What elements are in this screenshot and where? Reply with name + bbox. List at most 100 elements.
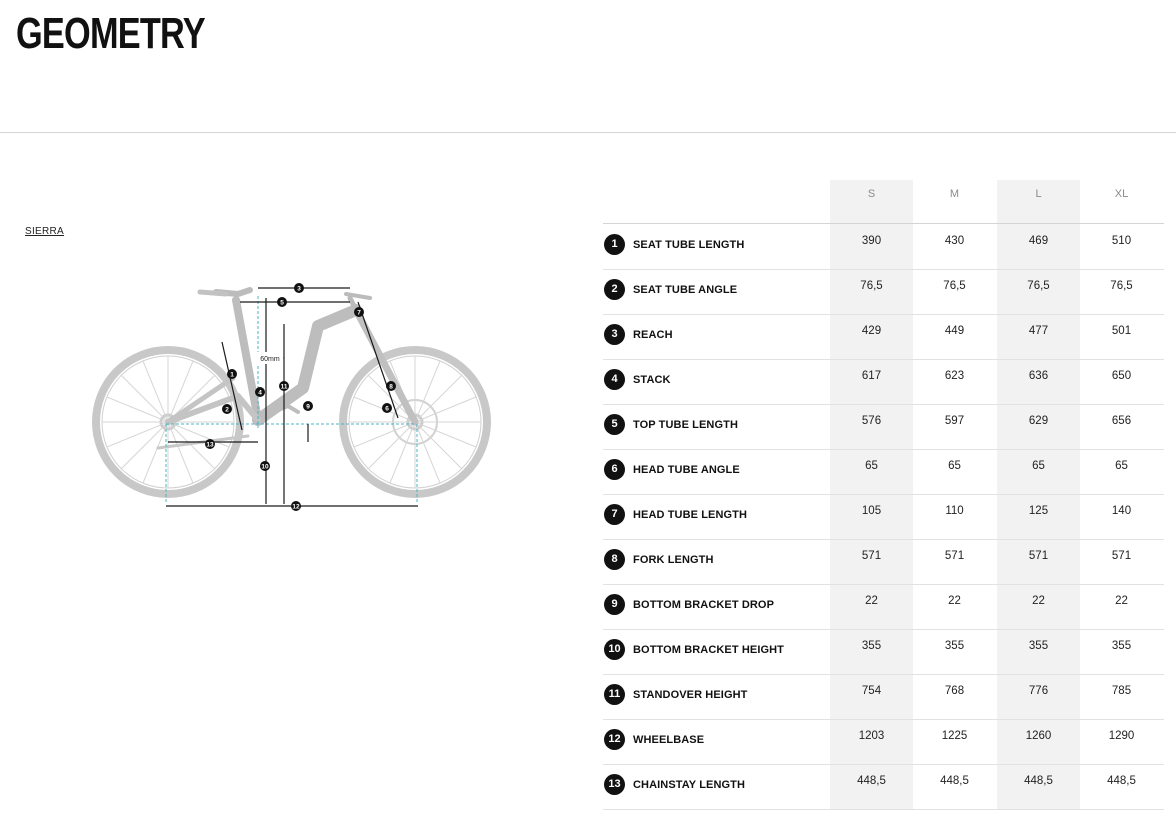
value-l: 776	[1028, 685, 1049, 697]
model-link-sierra[interactable]: SIERRA	[25, 226, 64, 237]
value-s: 390	[861, 235, 882, 247]
value-m: 768	[944, 685, 965, 697]
value-xl: 1290	[1108, 730, 1135, 742]
row-number-badge: 5	[604, 414, 625, 435]
value-xl: 501	[1111, 325, 1132, 337]
row-label: TOP TUBE LENGTH	[633, 419, 738, 431]
row-number-badge: 2	[604, 279, 625, 300]
svg-text:4: 4	[258, 390, 262, 397]
row-number-badge: 12	[604, 729, 625, 750]
value-xl: 355	[1111, 640, 1132, 652]
value-xl: 571	[1111, 550, 1132, 562]
table-row: 5 TOP TUBE LENGTH 576 597 629 656	[603, 404, 1164, 450]
table-row: 8 FORK LENGTH 571 571 571 571	[603, 539, 1164, 585]
value-s: 571	[861, 550, 882, 562]
value-l: 65	[1032, 460, 1045, 472]
value-m: 597	[944, 415, 965, 427]
size-header-m: M	[949, 188, 960, 200]
row-number-badge: 1	[604, 234, 625, 255]
bike-geometry-diagram: 60mm 3 5 7 1 4 11 8 2 9 6 13 10 12	[92, 283, 491, 511]
value-l: 477	[1028, 325, 1049, 337]
spacer-label: 60mm	[260, 356, 280, 363]
value-m: 355	[944, 640, 965, 652]
value-xl: 140	[1111, 505, 1132, 517]
value-l: 125	[1028, 505, 1049, 517]
row-label: WHEELBASE	[633, 734, 705, 746]
value-m: 1225	[941, 730, 968, 742]
row-label: STANDOVER HEIGHT	[633, 689, 748, 701]
value-xl: 656	[1111, 415, 1132, 427]
row-label: HEAD TUBE ANGLE	[633, 464, 740, 476]
row-label: BOTTOM BRACKET DROP	[633, 599, 775, 611]
table-row: 6 HEAD TUBE ANGLE 65 65 65 65	[603, 449, 1164, 495]
value-m: 76,5	[943, 280, 966, 292]
value-l: 629	[1028, 415, 1049, 427]
size-header-l: L	[1035, 188, 1042, 200]
table-row: 7 HEAD TUBE LENGTH 105 110 125 140	[603, 494, 1164, 540]
row-number-badge: 3	[604, 324, 625, 345]
value-s: 105	[861, 505, 882, 517]
svg-text:6: 6	[385, 406, 389, 413]
value-xl: 22	[1115, 595, 1128, 607]
row-number-badge: 6	[604, 459, 625, 480]
value-l: 636	[1028, 370, 1049, 382]
svg-text:5: 5	[280, 300, 284, 307]
row-label: CHAINSTAY LENGTH	[633, 779, 746, 791]
value-xl: 785	[1111, 685, 1132, 697]
value-m: 449	[944, 325, 965, 337]
row-number-badge: 4	[604, 369, 625, 390]
value-l: 22	[1032, 595, 1045, 607]
value-m: 110	[945, 505, 964, 517]
svg-text:2: 2	[225, 407, 229, 414]
row-number-badge: 13	[604, 774, 625, 795]
value-s: 617	[861, 370, 882, 382]
value-l: 355	[1028, 640, 1049, 652]
value-l: 571	[1028, 550, 1049, 562]
size-header-s: S	[867, 188, 876, 200]
page-title: GEOMETRY	[16, 9, 206, 58]
table-row: 2 SEAT TUBE ANGLE 76,5 76,5 76,5 76,5	[603, 269, 1164, 315]
value-l: 448,5	[1024, 775, 1053, 787]
value-xl: 510	[1111, 235, 1132, 247]
svg-text:13: 13	[206, 442, 214, 449]
table-row: 13 CHAINSTAY LENGTH 448,5 448,5 448,5 44…	[603, 764, 1164, 810]
value-s: 355	[861, 640, 882, 652]
value-s: 65	[865, 460, 878, 472]
value-s: 448,5	[857, 775, 886, 787]
svg-text:10: 10	[261, 464, 269, 471]
value-xl: 65	[1115, 460, 1128, 472]
value-m: 430	[944, 235, 965, 247]
svg-text:3: 3	[297, 286, 301, 293]
value-xl: 76,5	[1110, 280, 1133, 292]
value-l: 469	[1028, 235, 1049, 247]
row-number-badge: 9	[604, 594, 625, 615]
value-m: 448,5	[940, 775, 969, 787]
svg-text:8: 8	[389, 384, 393, 391]
row-number-badge: 8	[604, 549, 625, 570]
svg-text:7: 7	[357, 310, 361, 317]
svg-text:11: 11	[281, 384, 288, 391]
value-s: 429	[861, 325, 882, 337]
row-label: SEAT TUBE ANGLE	[633, 284, 738, 296]
size-header-xl: XL	[1114, 188, 1129, 200]
value-s: 576	[861, 415, 882, 427]
value-l: 1260	[1025, 730, 1052, 742]
svg-text:9: 9	[306, 404, 310, 411]
row-label: STACK	[633, 374, 671, 386]
row-label: SEAT TUBE LENGTH	[633, 239, 745, 251]
value-l: 76,5	[1027, 280, 1050, 292]
row-label: BOTTOM BRACKET HEIGHT	[633, 644, 785, 656]
row-label: REACH	[633, 329, 673, 341]
value-m: 22	[948, 595, 961, 607]
row-number-badge: 10	[604, 639, 625, 660]
row-number-badge: 11	[604, 684, 625, 705]
value-s: 76,5	[860, 280, 883, 292]
row-label: FORK LENGTH	[633, 554, 714, 566]
value-xl: 448,5	[1107, 775, 1136, 787]
value-s: 22	[865, 595, 878, 607]
table-row: 12 WHEELBASE 1203 1225 1260 1290	[603, 719, 1164, 765]
bike-illustration	[92, 287, 491, 498]
table-row: 11 STANDOVER HEIGHT 754 768 776 785	[603, 674, 1164, 720]
row-number-badge: 7	[604, 504, 625, 525]
table-row: 1 SEAT TUBE LENGTH 390 430 469 510	[603, 224, 1164, 270]
